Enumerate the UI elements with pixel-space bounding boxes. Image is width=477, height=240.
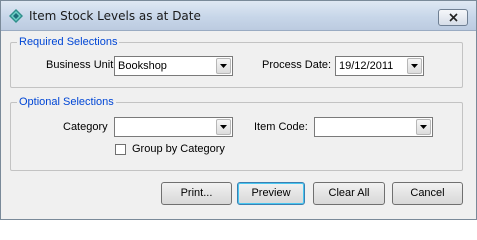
chevron-down-icon <box>220 64 227 68</box>
app-icon <box>9 9 23 23</box>
item-code-dropdown-button[interactable] <box>416 119 431 135</box>
business-unit-select[interactable]: Bookshop <box>114 56 233 76</box>
group-by-category-checkbox[interactable] <box>115 144 126 155</box>
process-date-dropdown-button[interactable] <box>407 58 422 74</box>
chevron-down-icon <box>420 125 427 129</box>
preview-button[interactable]: Preview <box>237 182 305 205</box>
close-button[interactable] <box>438 9 468 26</box>
chevron-down-icon <box>220 125 227 129</box>
window-title: Item Stock Levels as at Date <box>29 9 201 23</box>
process-date-value: 19/12/2011 <box>339 60 394 72</box>
business-unit-value: Bookshop <box>118 60 167 72</box>
print-button[interactable]: Print... <box>161 182 232 205</box>
category-dropdown-button[interactable] <box>216 119 231 135</box>
item-code-select[interactable] <box>314 117 433 137</box>
title-bar[interactable]: Item Stock Levels as at Date <box>1 1 476 31</box>
process-date-label: Process Date: <box>262 59 332 71</box>
category-label: Category <box>63 121 108 133</box>
process-date-picker[interactable]: 19/12/2011 <box>335 56 424 76</box>
close-icon <box>449 13 458 22</box>
group-by-category-label[interactable]: Group by Category <box>132 143 225 155</box>
business-unit-label: Business Unit <box>46 59 114 71</box>
optional-selections-legend: Optional Selections <box>19 96 114 108</box>
required-selections-legend: Required Selections <box>19 36 118 48</box>
category-select[interactable] <box>114 117 233 137</box>
chevron-down-icon <box>411 64 418 68</box>
business-unit-dropdown-button[interactable] <box>216 58 231 74</box>
item-code-label: Item Code: <box>254 121 308 133</box>
cancel-button[interactable]: Cancel <box>392 182 463 205</box>
clear-all-button[interactable]: Clear All <box>313 182 385 205</box>
dialog-window: Item Stock Levels as at Date Required Se… <box>0 0 477 220</box>
